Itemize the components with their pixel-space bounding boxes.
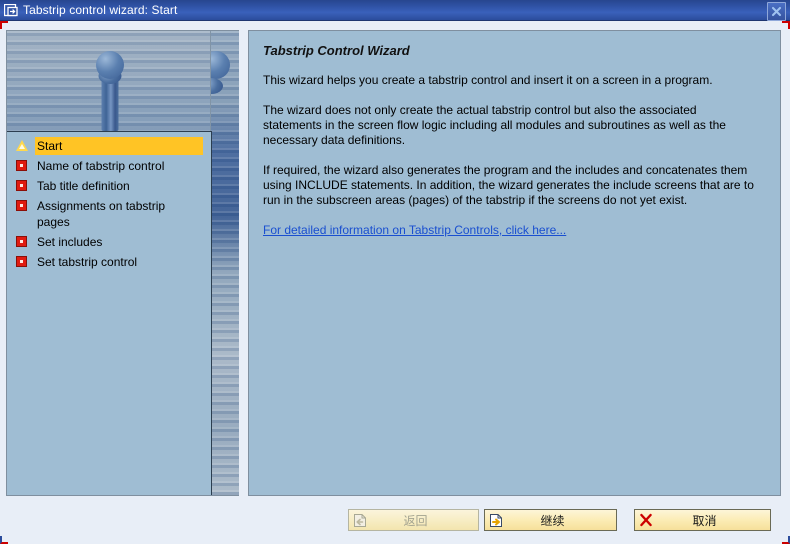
dialog-body: Start Name of tabstrip control Tab title…: [0, 21, 790, 544]
page-title: Tabstrip Control Wizard: [263, 43, 410, 58]
sidebar-item-start[interactable]: Start: [7, 136, 211, 156]
sidebar-item-label: Start: [35, 137, 203, 155]
corner-marker-bottom-right: [782, 536, 790, 544]
sidebar-item-name-of-tabstrip-control[interactable]: Name of tabstrip control: [7, 156, 211, 176]
intro-paragraph-1: This wizard helps you create a tabstrip …: [263, 73, 713, 87]
sidebar-item-label: Tab title definition: [37, 179, 130, 193]
red-square-icon: [15, 199, 28, 212]
sidebar-item-label: Set tabstrip control: [37, 255, 138, 269]
red-square-icon: [15, 159, 28, 172]
session-window-icon: [0, 0, 22, 21]
sidebar-item-set-includes[interactable]: Set includes: [7, 232, 211, 252]
dialog-footer: 返回 继续 取消: [0, 500, 790, 544]
continue-button-label: 继续: [540, 513, 565, 528]
wizard-sidebar: Start Name of tabstrip control Tab title…: [6, 30, 239, 496]
intro-paragraph-3: If required, the wizard also generates t…: [263, 163, 754, 207]
window-title: Tabstrip control wizard: Start: [23, 3, 178, 17]
sidebar-item-label: Name of tabstrip control: [37, 159, 165, 173]
wizard-step-list: Start Name of tabstrip control Tab title…: [7, 131, 212, 495]
window-titlebar: Tabstrip control wizard: Start: [0, 0, 790, 21]
close-icon[interactable]: [767, 2, 786, 21]
cancel-button[interactable]: 取消: [634, 509, 771, 531]
intro-paragraph-2: The wizard does not only create the actu…: [263, 103, 726, 147]
red-x-icon: [637, 511, 655, 529]
tabstrip-docs-link[interactable]: For detailed information on Tabstrip Con…: [263, 223, 566, 237]
water-droplet-banner: [7, 31, 239, 131]
red-square-icon: [15, 235, 28, 248]
back-button-label: 返回: [403, 513, 428, 528]
wizard-content-panel: Tabstrip Control Wizard This wizard help…: [248, 30, 781, 496]
page-forward-arrow-icon: [487, 511, 505, 529]
corner-marker-top-left: [0, 21, 8, 29]
red-square-icon: [15, 179, 28, 192]
sidebar-item-assignments-on-tabstrip-pages[interactable]: Assignments on tabstrip pages: [7, 196, 211, 232]
sidebar-item-label: Assignments on tabstrip pages: [37, 199, 166, 229]
continue-button[interactable]: 继续: [484, 509, 617, 531]
corner-marker-bottom-left: [0, 536, 8, 544]
banner-side-strip: [210, 31, 239, 495]
corner-marker-top-right: [782, 21, 790, 29]
sidebar-item-set-tabstrip-control[interactable]: Set tabstrip control: [7, 252, 211, 272]
back-button[interactable]: 返回: [348, 509, 479, 531]
sidebar-item-label: Set includes: [37, 235, 103, 249]
banner-tile: [7, 31, 212, 131]
yellow-triangle-icon: [15, 139, 28, 152]
cancel-button-label: 取消: [692, 513, 717, 528]
sidebar-item-tab-title-definition[interactable]: Tab title definition: [7, 176, 211, 196]
page-back-arrow-icon: [351, 511, 369, 529]
red-square-icon: [15, 255, 28, 268]
